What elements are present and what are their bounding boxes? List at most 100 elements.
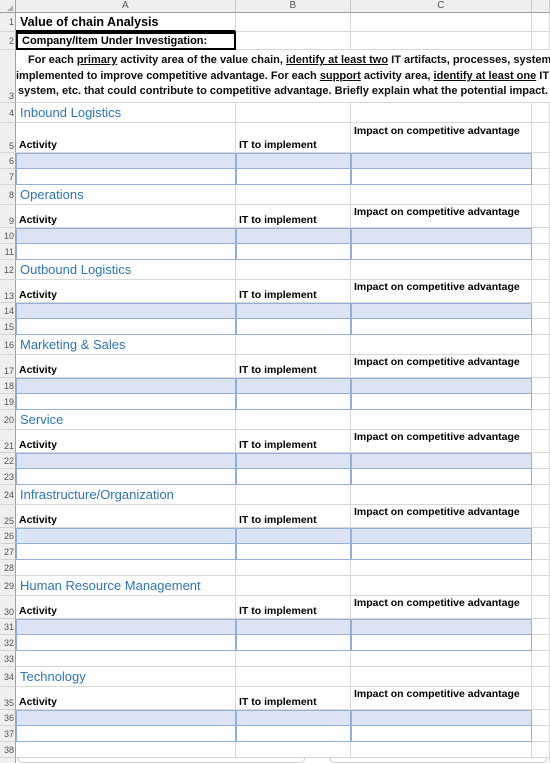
cell-b-34[interactable]	[236, 667, 351, 687]
cell-d-33[interactable]	[532, 651, 550, 667]
cell-c-33[interactable]	[351, 651, 532, 667]
label-impact-infrastructure-organization[interactable]: Impact on competitive advantage	[351, 505, 532, 528]
row-header-38[interactable]: 38	[0, 742, 16, 758]
entry-row-blank-marketing-sales-1[interactable]: 19	[0, 394, 550, 410]
label-it-to-implement-infrastructure-organization[interactable]: IT to implement	[236, 505, 351, 528]
entry-impact-technology-1[interactable]	[351, 710, 532, 726]
instructions-cell[interactable]	[16, 50, 236, 103]
label-activity-technology[interactable]: Activity	[16, 687, 236, 710]
entry-activity-outbound-logistics-1[interactable]	[16, 303, 236, 319]
entry-it-outbound-logistics-2[interactable]	[236, 319, 351, 335]
entry-row-filled-operations[interactable]: 10	[0, 228, 550, 244]
row-header-11[interactable]: 11	[0, 244, 16, 260]
entry-row-blank-technology-1[interactable]: 37	[0, 726, 550, 742]
entry-row-blank-inbound-logistics-1[interactable]: 7	[0, 169, 550, 185]
row-header-25[interactable]: 25	[0, 505, 16, 528]
entry-impact-human-resource-management-2[interactable]	[351, 635, 532, 651]
row-header-13[interactable]: 13	[0, 280, 16, 303]
row-header-22[interactable]: 22	[0, 453, 16, 469]
entry-row-filled-infrastructure-organization[interactable]: 26	[0, 528, 550, 544]
entry-it-technology-2[interactable]	[236, 726, 351, 742]
cell-b3[interactable]	[236, 50, 351, 103]
row-header-23[interactable]: 23	[0, 469, 16, 485]
entry-it-outbound-logistics-1[interactable]	[236, 303, 351, 319]
cell-d-13[interactable]	[532, 280, 550, 303]
cell-c1[interactable]	[351, 13, 532, 32]
section-title-row-service[interactable]: 20 Service	[0, 410, 550, 430]
label-impact-operations[interactable]: Impact on competitive advantage	[351, 205, 532, 228]
cell-d-37[interactable]	[532, 726, 550, 742]
cell-b-4[interactable]	[236, 103, 351, 123]
entry-row-filled-human-resource-management[interactable]: 31	[0, 619, 550, 635]
cell-c-28[interactable]	[351, 560, 532, 576]
cell-c3[interactable]	[351, 50, 532, 103]
row-header-21[interactable]: 21	[0, 430, 16, 453]
row-header-7[interactable]: 7	[0, 169, 16, 185]
row-header-37[interactable]: 37	[0, 726, 16, 742]
cell-d-28[interactable]	[532, 560, 550, 576]
entry-impact-marketing-sales-2[interactable]	[351, 394, 532, 410]
cell-d-30[interactable]	[532, 596, 550, 619]
entry-impact-inbound-logistics-1[interactable]	[351, 153, 532, 169]
cell-c-8[interactable]	[351, 185, 532, 205]
cell-d-8[interactable]	[532, 185, 550, 205]
entry-it-human-resource-management-2[interactable]	[236, 635, 351, 651]
cell-d-29[interactable]	[532, 576, 550, 596]
label-activity-service[interactable]: Activity	[16, 430, 236, 453]
entry-activity-human-resource-management-1[interactable]	[16, 619, 236, 635]
section-title-human-resource-management[interactable]: Human Resource Management	[16, 576, 236, 596]
company-item-label-cell[interactable]: Company/Item Under Investigation:	[16, 32, 236, 50]
row-header-2[interactable]: 2	[0, 32, 16, 50]
cell-c2[interactable]	[351, 32, 532, 50]
cell-d-34[interactable]	[532, 667, 550, 687]
label-activity-infrastructure-organization[interactable]: Activity	[16, 505, 236, 528]
row-header-27[interactable]: 27	[0, 544, 16, 560]
row-header-16[interactable]: 16	[0, 335, 16, 355]
cell-b1[interactable]	[236, 13, 351, 32]
section-title-infrastructure-organization[interactable]: Infrastructure/Organization	[16, 485, 236, 505]
section-title-row-infrastructure-organization[interactable]: 24 Infrastructure/Organization	[0, 485, 550, 505]
cell-d-24[interactable]	[532, 485, 550, 505]
worksheet-title-cell[interactable]: Value of chain Analysis	[16, 13, 236, 32]
column-label-row-technology[interactable]: 35 Activity IT to implement Impact on compe…	[0, 687, 550, 710]
cell-d-26[interactable]	[532, 528, 550, 544]
column-label-row-outbound-logistics[interactable]: 13 Activity IT to implement Impact on compe…	[0, 280, 550, 303]
entry-activity-service-1[interactable]	[16, 453, 236, 469]
row-header-29[interactable]: 29	[0, 576, 16, 596]
cell-d-18[interactable]	[532, 378, 550, 394]
label-it-to-implement-inbound-logistics[interactable]: IT to implement	[236, 123, 351, 153]
entry-activity-service-2[interactable]	[16, 469, 236, 485]
label-impact-technology[interactable]: Impact on competitive advantage	[351, 687, 532, 710]
cell-d-5[interactable]	[532, 123, 550, 153]
entry-it-operations-2[interactable]	[236, 244, 351, 260]
cell-d-6[interactable]	[532, 153, 550, 169]
cell-c-20[interactable]	[351, 410, 532, 430]
cell-d-20[interactable]	[532, 410, 550, 430]
spacer-row-38[interactable]: 38	[0, 742, 550, 758]
label-it-to-implement-operations[interactable]: IT to implement	[236, 205, 351, 228]
row-header-8[interactable]: 8	[0, 185, 16, 205]
cell-d-31[interactable]	[532, 619, 550, 635]
row-header-30[interactable]: 30	[0, 596, 16, 619]
column-header-c[interactable]: C	[351, 0, 532, 12]
row-header-10[interactable]: 10	[0, 228, 16, 244]
cell-d-7[interactable]	[532, 169, 550, 185]
entry-it-technology-1[interactable]	[236, 710, 351, 726]
cell-d-11[interactable]	[532, 244, 550, 260]
label-activity-operations[interactable]: Activity	[16, 205, 236, 228]
row-header-32[interactable]: 32	[0, 635, 16, 651]
worksheet-title-row[interactable]: 1 Value of chain Analysis	[0, 13, 550, 32]
select-all-corner[interactable]	[0, 0, 16, 12]
entry-it-human-resource-management-1[interactable]	[236, 619, 351, 635]
entry-it-service-1[interactable]	[236, 453, 351, 469]
label-activity-inbound-logistics[interactable]: Activity	[16, 123, 236, 153]
horizontal-scrollbar[interactable]	[0, 758, 550, 763]
cell-c-24[interactable]	[351, 485, 532, 505]
column-header-d[interactable]	[532, 0, 550, 12]
cell-b-8[interactable]	[236, 185, 351, 205]
entry-impact-marketing-sales-1[interactable]	[351, 378, 532, 394]
cell-c-4[interactable]	[351, 103, 532, 123]
entry-row-blank-infrastructure-organization-1[interactable]: 27	[0, 544, 550, 560]
entry-impact-outbound-logistics-1[interactable]	[351, 303, 532, 319]
column-label-row-marketing-sales[interactable]: 17 Activity IT to implement Impact on compe…	[0, 355, 550, 378]
